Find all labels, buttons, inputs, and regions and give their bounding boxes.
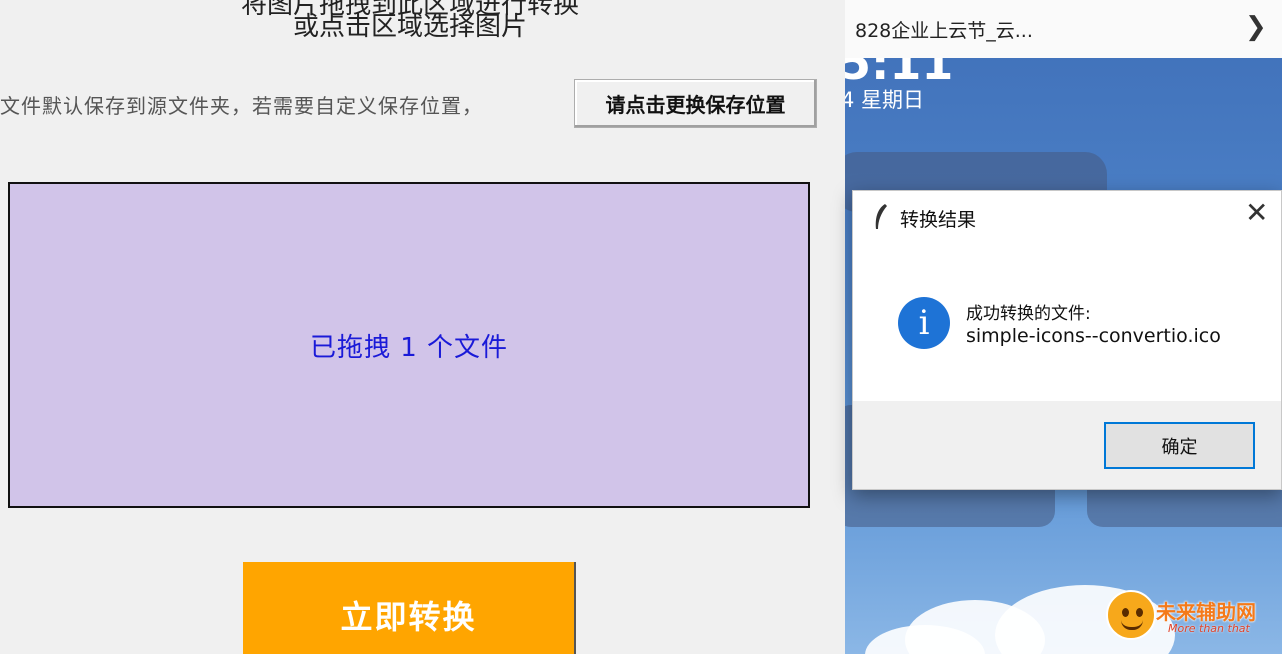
ok-button[interactable]: 确定	[1104, 422, 1255, 469]
watermark-subtext: More than that	[1168, 622, 1250, 635]
dialog-message-filename: simple-icons--convertio.ico	[966, 325, 1221, 347]
converter-app-window: 将图片拖拽到此区域进行转换 或点击区域选择图片 文件默认保存到源文件夹，若需要自…	[0, 0, 845, 654]
convert-now-button[interactable]: 立即转换	[243, 562, 576, 654]
watermark-text: 未来辅助网	[1156, 600, 1256, 624]
image-drop-zone[interactable]: 已拖拽 1 个文件	[8, 182, 810, 508]
weekday-label: 4 星期日	[845, 88, 925, 112]
drop-zone-status: 已拖拽 1 个文件	[309, 332, 509, 363]
feather-icon	[875, 204, 887, 229]
dialog-title: 转换结果	[900, 209, 977, 231]
tab-title[interactable]: 828企业上云节_云...	[855, 16, 1033, 43]
drag-hint-line2: 或点击区域选择图片	[292, 12, 527, 42]
info-icon: i	[898, 297, 950, 349]
change-save-location-button[interactable]: 请点击更换保存位置	[574, 79, 817, 128]
dialog-message-label: 成功转换的文件:	[966, 304, 1091, 324]
conversion-result-dialog: 转换结果 ✕ i 成功转换的文件: simple-icons--converti…	[852, 190, 1282, 490]
chevron-right-icon[interactable]: ❯	[1245, 12, 1267, 42]
watermark-logo	[1106, 590, 1156, 640]
save-location-info: 文件默认保存到源文件夹，若需要自定义保存位置，	[0, 94, 483, 118]
close-icon[interactable]: ✕	[1245, 199, 1268, 227]
browser-tab-bar: 828企业上云节_云... ❯	[845, 0, 1282, 58]
